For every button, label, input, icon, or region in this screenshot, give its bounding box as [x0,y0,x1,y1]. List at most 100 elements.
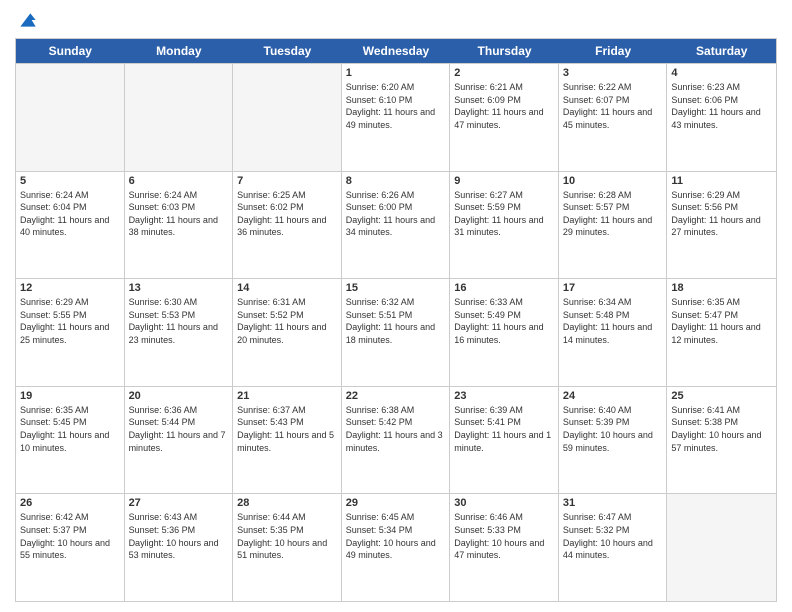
cal-row-1: 5 Sunrise: 6:24 AM Sunset: 6:04 PM Daylig… [16,171,776,279]
day-number: 5 [20,175,120,187]
cal-cell: 2 Sunrise: 6:21 AM Sunset: 6:09 PM Daylig… [450,64,559,171]
cell-info: Sunrise: 6:24 AM Sunset: 6:04 PM Dayligh… [20,189,120,239]
header [15,10,777,30]
day-number: 16 [454,282,554,294]
cal-cell: 6 Sunrise: 6:24 AM Sunset: 6:03 PM Daylig… [125,172,234,279]
day-number: 10 [563,175,663,187]
calendar-header: SundayMondayTuesdayWednesdayThursdayFrid… [16,39,776,63]
day-number: 17 [563,282,663,294]
cell-info: Sunrise: 6:30 AM Sunset: 5:53 PM Dayligh… [129,296,229,346]
cell-info: Sunrise: 6:37 AM Sunset: 5:43 PM Dayligh… [237,404,337,454]
header-day-tuesday: Tuesday [233,39,342,63]
cell-info: Sunrise: 6:40 AM Sunset: 5:39 PM Dayligh… [563,404,663,454]
cal-cell: 11 Sunrise: 6:29 AM Sunset: 5:56 PM Dayli… [667,172,776,279]
day-number: 27 [129,497,229,509]
cell-info: Sunrise: 6:35 AM Sunset: 5:45 PM Dayligh… [20,404,120,454]
cell-info: Sunrise: 6:33 AM Sunset: 5:49 PM Dayligh… [454,296,554,346]
day-number: 29 [346,497,446,509]
header-day-thursday: Thursday [450,39,559,63]
cal-cell: 27 Sunrise: 6:43 AM Sunset: 5:36 PM Dayli… [125,494,234,601]
cell-info: Sunrise: 6:21 AM Sunset: 6:09 PM Dayligh… [454,81,554,131]
day-number: 19 [20,390,120,402]
cal-cell: 21Sunrise: 6:37 AM Sunset: 5:43 PM Dayli… [233,387,342,494]
cal-cell: 15Sunrise: 6:32 AM Sunset: 5:51 PM Dayli… [342,279,451,386]
day-number: 11 [671,175,772,187]
cal-cell: 20Sunrise: 6:36 AM Sunset: 5:44 PM Dayli… [125,387,234,494]
cell-info: Sunrise: 6:44 AM Sunset: 5:35 PM Dayligh… [237,511,337,561]
cal-cell: 24 Sunrise: 6:40 AM Sunset: 5:39 PM Dayli… [559,387,668,494]
day-number: 14 [237,282,337,294]
cell-info: Sunrise: 6:41 AM Sunset: 5:38 PM Dayligh… [671,404,772,454]
cal-cell [16,64,125,171]
header-day-monday: Monday [125,39,234,63]
cal-cell: 28 Sunrise: 6:44 AM Sunset: 5:35 PM Dayli… [233,494,342,601]
cell-info: Sunrise: 6:29 AM Sunset: 5:55 PM Dayligh… [20,296,120,346]
cal-cell: 14 Sunrise: 6:31 AM Sunset: 5:52 PM Dayli… [233,279,342,386]
day-number: 28 [237,497,337,509]
cal-cell: 26 Sunrise: 6:42 AM Sunset: 5:37 PM Dayli… [16,494,125,601]
cell-info: Sunrise: 6:45 AM Sunset: 5:34 PM Dayligh… [346,511,446,561]
header-day-friday: Friday [559,39,668,63]
cal-cell: 8 Sunrise: 6:26 AM Sunset: 6:00 PM Daylig… [342,172,451,279]
cal-cell: 25Sunrise: 6:41 AM Sunset: 5:38 PM Dayli… [667,387,776,494]
day-number: 8 [346,175,446,187]
day-number: 12 [20,282,120,294]
header-day-wednesday: Wednesday [342,39,451,63]
cell-info: Sunrise: 6:27 AM Sunset: 5:59 PM Dayligh… [454,189,554,239]
day-number: 22 [346,390,446,402]
day-number: 15 [346,282,446,294]
cell-info: Sunrise: 6:42 AM Sunset: 5:37 PM Dayligh… [20,511,120,561]
cal-cell: 13 Sunrise: 6:30 AM Sunset: 5:53 PM Dayli… [125,279,234,386]
cal-cell: 29 Sunrise: 6:45 AM Sunset: 5:34 PM Dayli… [342,494,451,601]
day-number: 7 [237,175,337,187]
cell-info: Sunrise: 6:26 AM Sunset: 6:00 PM Dayligh… [346,189,446,239]
header-day-sunday: Sunday [16,39,125,63]
day-number: 31 [563,497,663,509]
cal-cell: 16 Sunrise: 6:33 AM Sunset: 5:49 PM Dayli… [450,279,559,386]
cal-cell: 12 Sunrise: 6:29 AM Sunset: 5:55 PM Dayli… [16,279,125,386]
cal-cell: 4 Sunrise: 6:23 AM Sunset: 6:06 PM Daylig… [667,64,776,171]
calendar-body: 1Sunrise: 6:20 AM Sunset: 6:10 PM Daylig… [16,63,776,601]
cal-row-4: 26 Sunrise: 6:42 AM Sunset: 5:37 PM Dayli… [16,493,776,601]
day-number: 4 [671,67,772,79]
cell-info: Sunrise: 6:22 AM Sunset: 6:07 PM Dayligh… [563,81,663,131]
cal-cell: 3 Sunrise: 6:22 AM Sunset: 6:07 PM Daylig… [559,64,668,171]
logo-icon [17,10,37,30]
cell-info: Sunrise: 6:39 AM Sunset: 5:41 PM Dayligh… [454,404,554,454]
day-number: 26 [20,497,120,509]
cal-row-2: 12 Sunrise: 6:29 AM Sunset: 5:55 PM Dayli… [16,278,776,386]
cal-cell: 19 Sunrise: 6:35 AM Sunset: 5:45 PM Dayli… [16,387,125,494]
cal-cell [233,64,342,171]
day-number: 1 [346,67,446,79]
cell-info: Sunrise: 6:23 AM Sunset: 6:06 PM Dayligh… [671,81,772,131]
cell-info: Sunrise: 6:31 AM Sunset: 5:52 PM Dayligh… [237,296,337,346]
cell-info: Sunrise: 6:28 AM Sunset: 5:57 PM Dayligh… [563,189,663,239]
cell-info: Sunrise: 6:43 AM Sunset: 5:36 PM Dayligh… [129,511,229,561]
day-number: 30 [454,497,554,509]
day-number: 2 [454,67,554,79]
cal-cell: 30 Sunrise: 6:46 AM Sunset: 5:33 PM Dayli… [450,494,559,601]
day-number: 18 [671,282,772,294]
cal-cell: 10 Sunrise: 6:28 AM Sunset: 5:57 PM Dayli… [559,172,668,279]
cal-cell [667,494,776,601]
cal-cell: 22Sunrise: 6:38 AM Sunset: 5:42 PM Dayli… [342,387,451,494]
cell-info: Sunrise: 6:46 AM Sunset: 5:33 PM Dayligh… [454,511,554,561]
cell-info: Sunrise: 6:29 AM Sunset: 5:56 PM Dayligh… [671,189,772,239]
page: SundayMondayTuesdayWednesdayThursdayFrid… [0,0,792,612]
day-number: 20 [129,390,229,402]
calendar: SundayMondayTuesdayWednesdayThursdayFrid… [15,38,777,602]
cal-cell: 1Sunrise: 6:20 AM Sunset: 6:10 PM Daylig… [342,64,451,171]
cal-cell [125,64,234,171]
day-number: 6 [129,175,229,187]
cal-cell: 9 Sunrise: 6:27 AM Sunset: 5:59 PM Daylig… [450,172,559,279]
day-number: 9 [454,175,554,187]
cell-info: Sunrise: 6:34 AM Sunset: 5:48 PM Dayligh… [563,296,663,346]
day-number: 24 [563,390,663,402]
cell-info: Sunrise: 6:24 AM Sunset: 6:03 PM Dayligh… [129,189,229,239]
day-number: 13 [129,282,229,294]
header-day-saturday: Saturday [667,39,776,63]
cell-info: Sunrise: 6:25 AM Sunset: 6:02 PM Dayligh… [237,189,337,239]
day-number: 23 [454,390,554,402]
cal-cell: 17 Sunrise: 6:34 AM Sunset: 5:48 PM Dayli… [559,279,668,386]
day-number: 3 [563,67,663,79]
